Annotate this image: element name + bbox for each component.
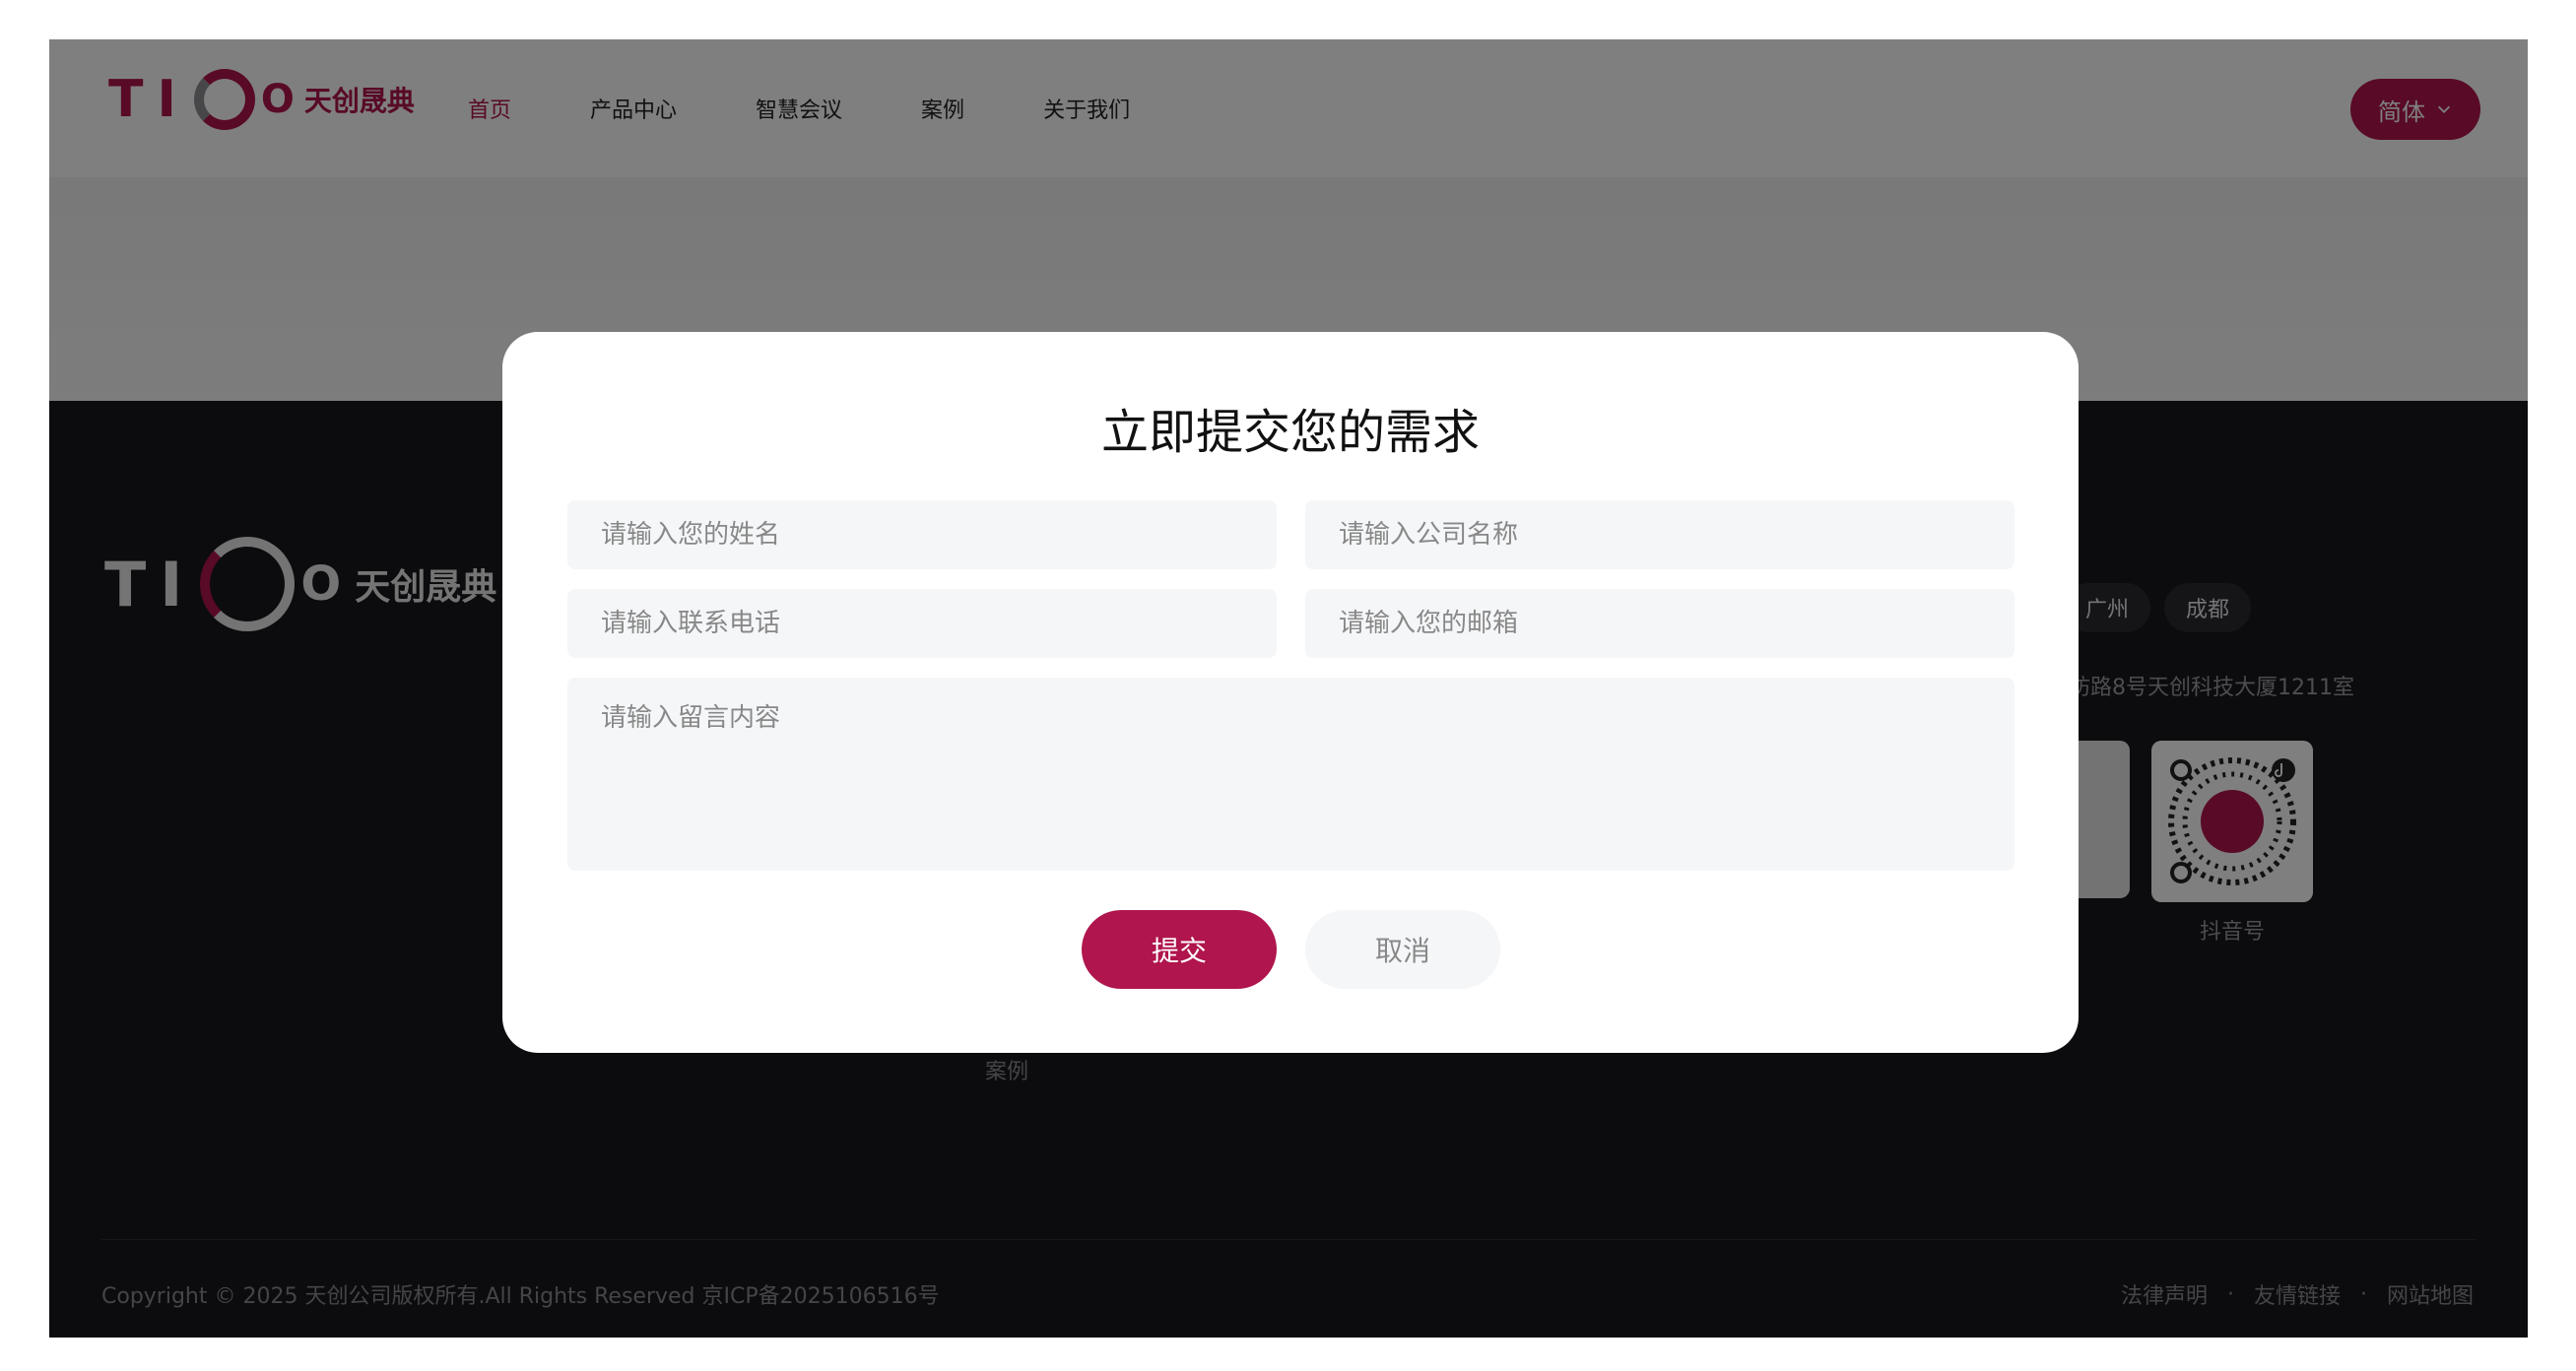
cancel-button[interactable]: 取消 bbox=[1305, 910, 1500, 989]
name-field[interactable] bbox=[567, 500, 1277, 569]
modal-title: 立即提交您的需求 bbox=[1100, 405, 1480, 460]
phone-field[interactable] bbox=[567, 589, 1277, 658]
company-field[interactable] bbox=[1305, 500, 2015, 569]
page-frame: TI O 天创晟典 首页 产品中心 智慧会议 案例 关于我们 简体 TI O 天… bbox=[49, 39, 2528, 1338]
message-field[interactable] bbox=[567, 678, 2015, 871]
request-modal: 立即提交您的需求 提交 取消 bbox=[502, 332, 2079, 1053]
submit-button[interactable]: 提交 bbox=[1082, 910, 1277, 989]
email-field[interactable] bbox=[1305, 589, 2015, 658]
